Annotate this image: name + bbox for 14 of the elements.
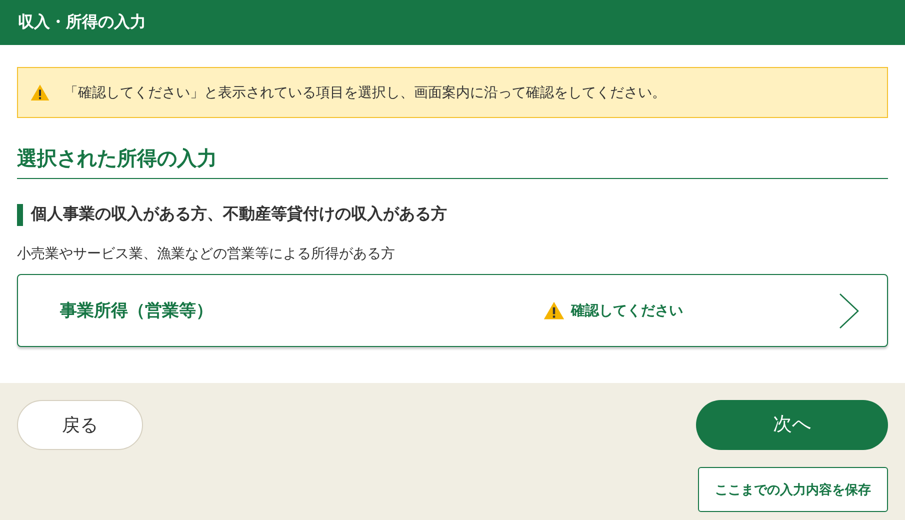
next-button[interactable]: 次へ xyxy=(696,400,888,450)
page-title: 収入・所得の入力 xyxy=(18,12,146,32)
back-button[interactable]: 戻る xyxy=(17,400,143,450)
heading-bar xyxy=(17,204,23,226)
warning-icon xyxy=(543,300,565,322)
alert-text: 「確認してください」と表示されている項目を選択し、画面案内に沿って確認をしてください。 xyxy=(64,83,666,102)
group-description: 小売業やサービス業、漁業などの営業等による所得がある方 xyxy=(17,244,396,263)
group-title: 個人事業の収入がある方、不動産等貸付けの収入がある方 xyxy=(31,204,447,225)
section-title: 選択された所得の入力 xyxy=(17,148,217,170)
save-button[interactable]: ここまでの入力内容を保存 xyxy=(698,467,888,512)
chevron-right-icon xyxy=(839,292,859,328)
warning-icon xyxy=(30,82,50,102)
income-item-card[interactable]: 事業所得（営業等） 確認してください xyxy=(17,274,888,347)
status-text: 確認してください xyxy=(571,301,683,320)
